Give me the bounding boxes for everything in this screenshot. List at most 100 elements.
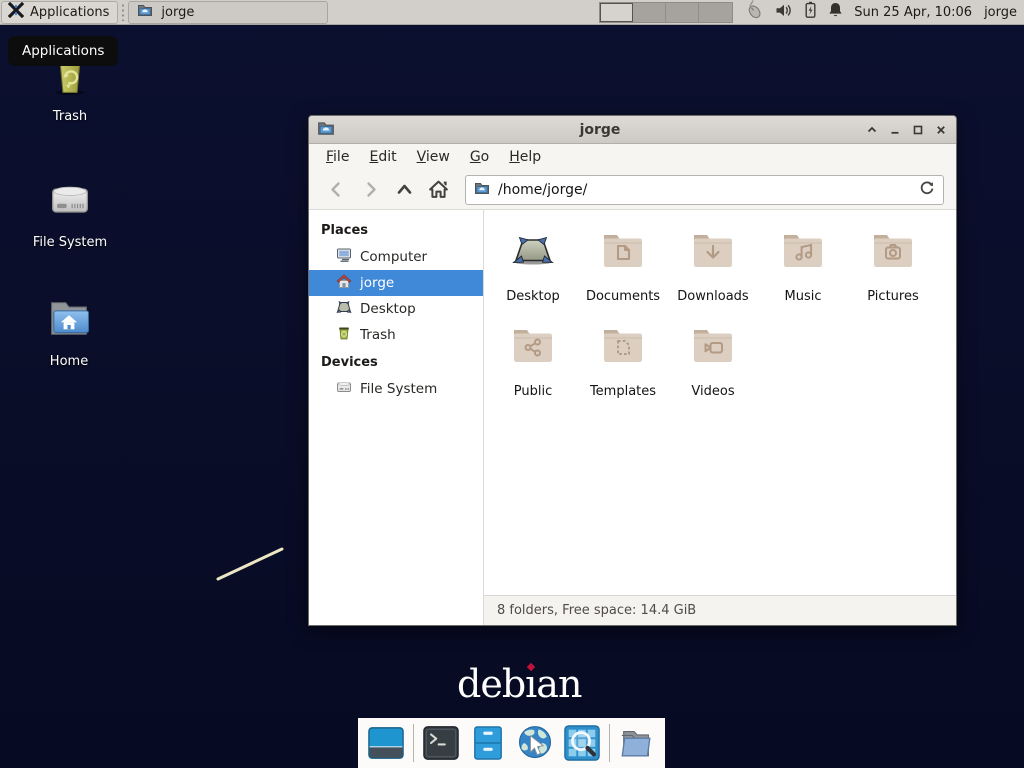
taskbar-window-label: jorge bbox=[161, 5, 194, 20]
volume-icon[interactable] bbox=[774, 2, 793, 23]
computer-icon bbox=[336, 247, 352, 267]
forward-button[interactable] bbox=[355, 175, 385, 205]
applications-menu-icon bbox=[8, 2, 24, 22]
minimize-button[interactable] bbox=[888, 123, 902, 137]
debian-logo: debıan bbox=[457, 662, 581, 706]
sidebar-places-header: Places bbox=[309, 216, 483, 244]
desktop-mini-icon bbox=[336, 299, 352, 319]
menubar: File Edit View Go Help bbox=[309, 144, 956, 170]
desktop-icon-filesystem[interactable]: File System bbox=[15, 174, 125, 250]
system-tray bbox=[743, 0, 844, 24]
workspace-switcher[interactable] bbox=[599, 2, 733, 23]
debian-logo-red-dot: ı bbox=[525, 662, 536, 706]
statusbar-text: 8 folders, Free space: 14.4 GiB bbox=[497, 603, 696, 618]
web-browser-icon[interactable] bbox=[515, 723, 555, 763]
file-manager-window: jorge File Edit View Go Help bbox=[308, 115, 957, 626]
folder-public-icon bbox=[509, 322, 557, 374]
workspace-2[interactable] bbox=[633, 3, 666, 22]
workspace-1[interactable] bbox=[600, 3, 633, 22]
menu-file[interactable]: File bbox=[317, 146, 358, 168]
sidebar-item-label: File System bbox=[360, 381, 437, 397]
file-manager-icon[interactable] bbox=[468, 723, 508, 763]
desktop-icon-label: File System bbox=[33, 235, 107, 250]
file-item-videos[interactable]: Videos bbox=[668, 322, 758, 399]
panel-username[interactable]: jorge bbox=[984, 5, 1017, 20]
folder-documents-icon bbox=[599, 227, 647, 279]
maximize-button[interactable] bbox=[911, 123, 925, 137]
debian-logo-text: deb bbox=[457, 662, 525, 706]
taskbar-window-button[interactable]: jorge bbox=[128, 1, 328, 24]
panel-clock[interactable]: Sun 25 Apr, 10:06 bbox=[854, 5, 972, 20]
file-item-pictures[interactable]: Pictures bbox=[848, 227, 938, 304]
address-input[interactable]: /home/jorge/ bbox=[498, 182, 911, 198]
panel-handle[interactable] bbox=[120, 3, 126, 21]
terminal-icon[interactable] bbox=[421, 723, 461, 763]
battery-icon[interactable] bbox=[802, 1, 818, 23]
directory-menu-icon[interactable] bbox=[617, 723, 657, 763]
taskbar-folder-icon bbox=[137, 2, 153, 22]
file-item-downloads[interactable]: Downloads bbox=[668, 227, 758, 304]
desktop-icon-label: Trash bbox=[53, 109, 87, 124]
desktop[interactable]: Applications jorge bbox=[0, 0, 1024, 768]
home-icon bbox=[336, 273, 352, 293]
sidebar-item-jorge[interactable]: jorge bbox=[309, 270, 483, 296]
show-desktop-icon[interactable] bbox=[366, 723, 406, 763]
sidebar-item-label: jorge bbox=[360, 275, 394, 291]
menu-help[interactable]: Help bbox=[500, 146, 550, 168]
folder-videos-icon bbox=[689, 322, 737, 374]
folder-templates-icon bbox=[599, 322, 647, 374]
workspace-4[interactable] bbox=[699, 3, 732, 22]
applications-menu-button[interactable]: Applications bbox=[1, 1, 118, 24]
sidebar: Places Computer bbox=[309, 210, 484, 625]
file-item-label: Documents bbox=[586, 289, 660, 304]
shade-button[interactable] bbox=[865, 123, 879, 137]
reload-icon[interactable] bbox=[919, 180, 935, 200]
file-item-music[interactable]: Music bbox=[758, 227, 848, 304]
address-folder-icon bbox=[474, 180, 490, 200]
file-item-label: Templates bbox=[590, 384, 656, 399]
sidebar-item-desktop[interactable]: Desktop bbox=[309, 296, 483, 322]
desktop-icon-home[interactable]: Home bbox=[14, 293, 124, 369]
application-finder-icon[interactable] bbox=[562, 723, 602, 763]
toolbar: /home/jorge/ bbox=[309, 170, 956, 210]
dock-separator bbox=[413, 724, 414, 762]
file-grid[interactable]: Desktop Documents bbox=[484, 210, 956, 595]
file-item-desktop[interactable]: Desktop bbox=[488, 227, 578, 304]
trash-mini-icon bbox=[336, 325, 352, 345]
up-button[interactable] bbox=[389, 175, 419, 205]
file-item-templates[interactable]: Templates bbox=[578, 322, 668, 399]
desktop-special-icon bbox=[509, 227, 557, 279]
file-item-label: Videos bbox=[691, 384, 734, 399]
file-item-documents[interactable]: Documents bbox=[578, 227, 668, 304]
debian-logo-text: an bbox=[536, 662, 581, 706]
sidebar-item-computer[interactable]: Computer bbox=[309, 244, 483, 270]
window-titlebar[interactable]: jorge bbox=[309, 116, 956, 144]
applications-menu-label: Applications bbox=[30, 5, 109, 20]
notifications-icon[interactable] bbox=[827, 1, 844, 23]
sidebar-item-label: Trash bbox=[360, 327, 396, 343]
close-button[interactable] bbox=[934, 123, 948, 137]
main-view: Desktop Documents bbox=[484, 210, 956, 625]
menu-view[interactable]: View bbox=[408, 146, 459, 168]
file-item-label: Downloads bbox=[677, 289, 748, 304]
tooltip-text: Applications bbox=[22, 43, 104, 59]
mouse-icon[interactable] bbox=[743, 0, 765, 24]
panel-right-area: Sun 25 Apr, 10:06 jorge bbox=[599, 0, 1024, 24]
address-bar[interactable]: /home/jorge/ bbox=[465, 175, 944, 205]
menu-edit[interactable]: Edit bbox=[360, 146, 405, 168]
workspace-3[interactable] bbox=[666, 3, 699, 22]
desktop-icon-label: Home bbox=[50, 354, 88, 369]
back-button[interactable] bbox=[321, 175, 351, 205]
folder-pictures-icon bbox=[869, 227, 917, 279]
menu-go[interactable]: Go bbox=[461, 146, 498, 168]
drive-icon bbox=[44, 174, 96, 230]
statusbar: 8 folders, Free space: 14.4 GiB bbox=[484, 595, 956, 625]
sidebar-item-label: Computer bbox=[360, 249, 427, 265]
file-item-public[interactable]: Public bbox=[488, 322, 578, 399]
folder-downloads-icon bbox=[689, 227, 737, 279]
home-button[interactable] bbox=[423, 175, 453, 205]
window-folder-icon bbox=[317, 119, 335, 141]
window-controls bbox=[865, 123, 948, 137]
sidebar-item-trash[interactable]: Trash bbox=[309, 322, 483, 348]
sidebar-item-filesystem[interactable]: File System bbox=[309, 376, 483, 402]
